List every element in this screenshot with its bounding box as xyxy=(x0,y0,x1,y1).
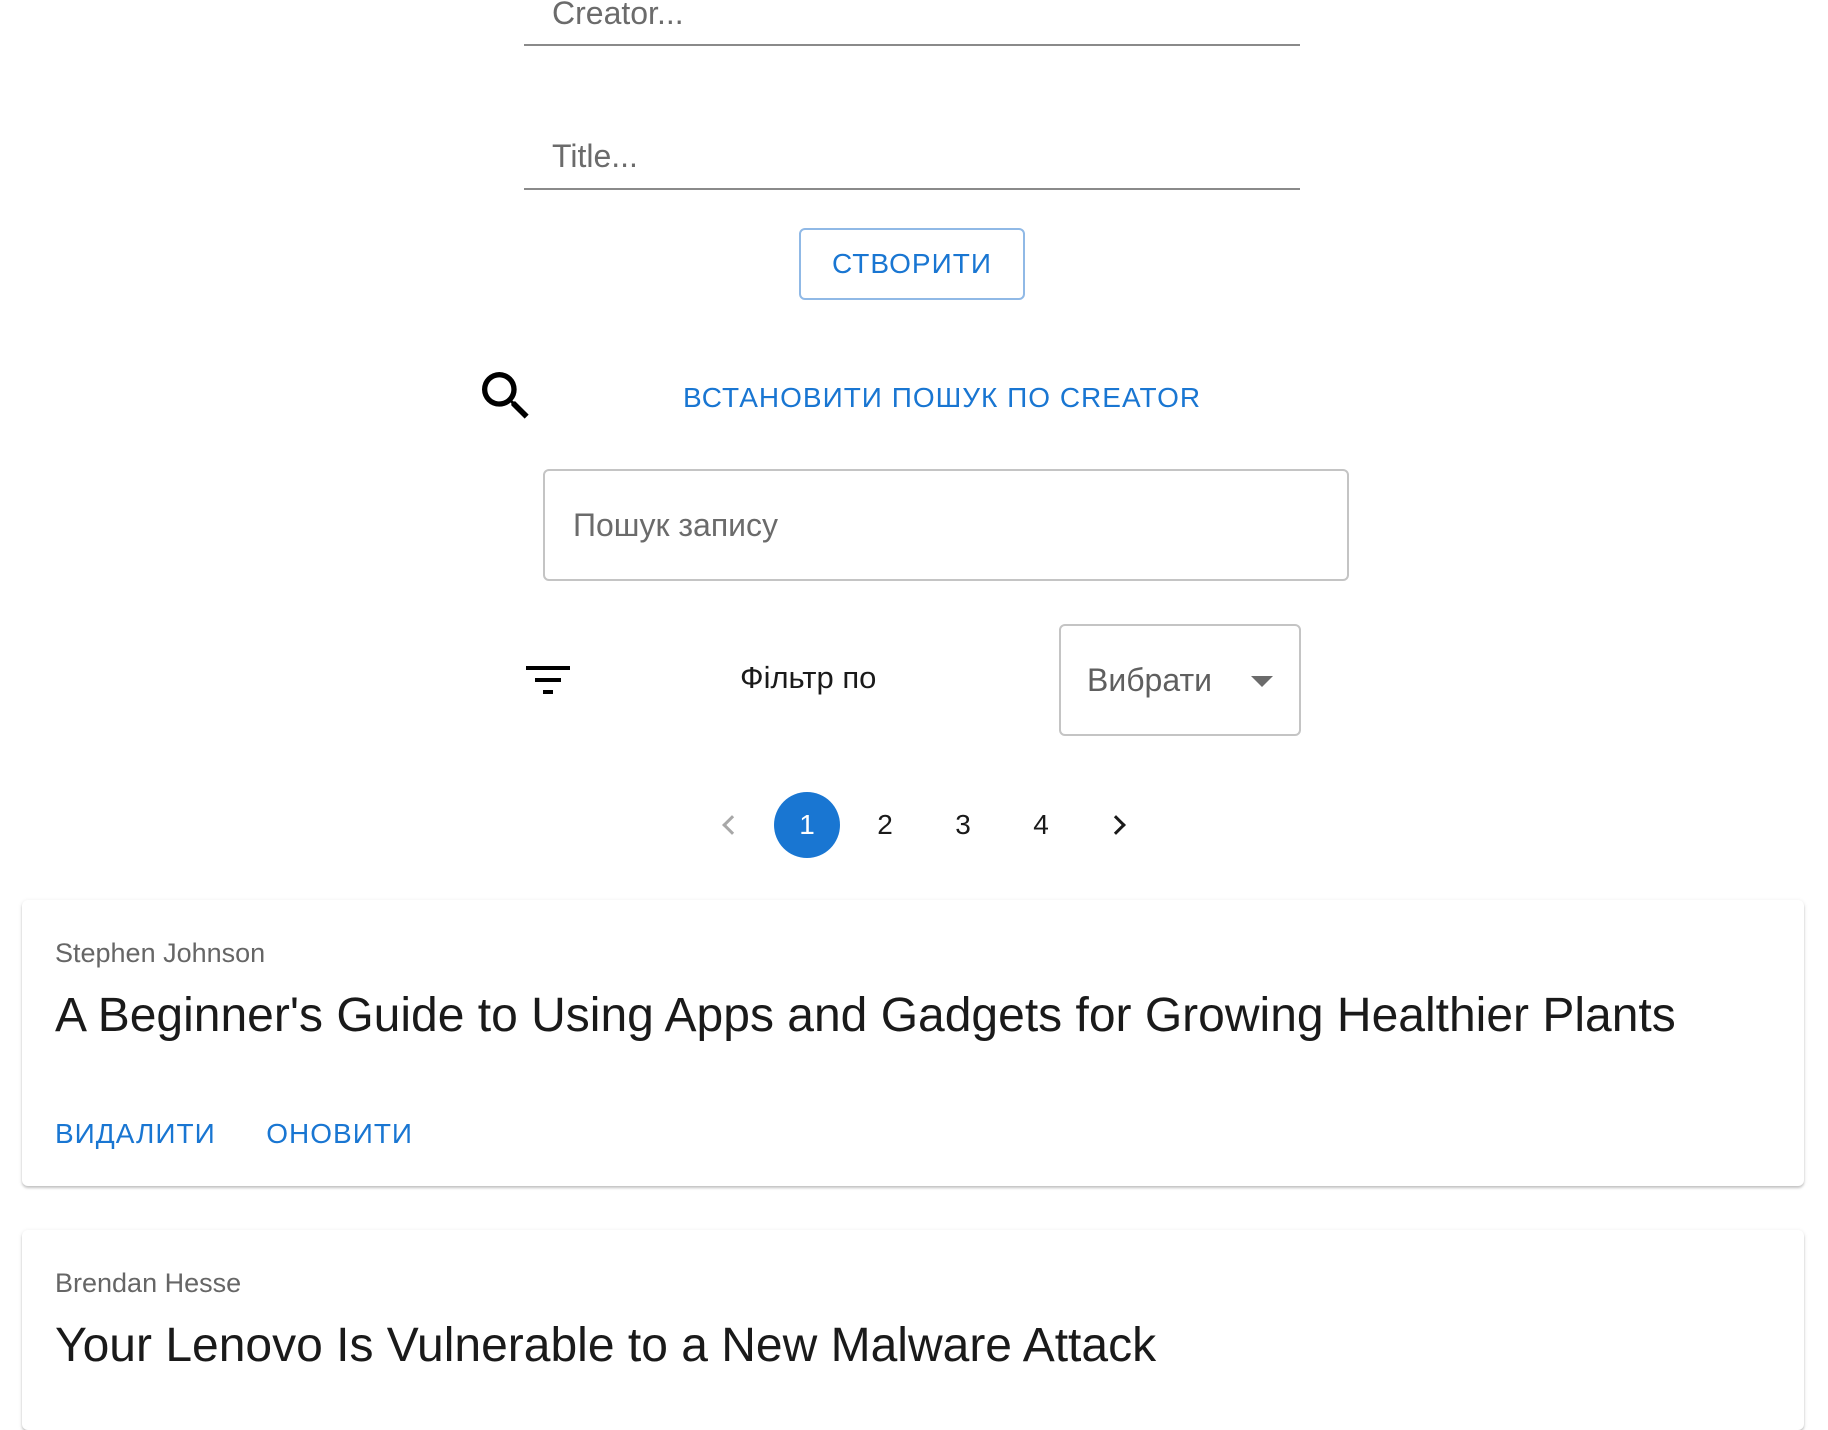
record-card: Stephen Johnson A Beginner's Guide to Us… xyxy=(22,900,1804,1186)
page-button-1[interactable]: 1 xyxy=(774,792,840,858)
previous-page-button[interactable] xyxy=(696,792,762,858)
filter-label: Фільтр по xyxy=(740,660,877,695)
chevron-down-icon xyxy=(1251,676,1273,687)
record-actions: ВИДАЛИТИ ОНОВИТИ xyxy=(55,1118,459,1158)
page-button-3[interactable]: 3 xyxy=(930,792,996,858)
creator-field[interactable] xyxy=(524,0,1300,46)
filter-select[interactable]: Вибрати xyxy=(1059,624,1301,736)
next-page-button[interactable] xyxy=(1086,792,1152,858)
record-author: Stephen Johnson xyxy=(55,938,266,968)
record-title: Your Lenovo Is Vulnerable to a New Malwa… xyxy=(55,1319,1157,1372)
record-title: A Beginner's Guide to Using Apps and Gad… xyxy=(55,989,1676,1042)
pagination: 1 2 3 4 xyxy=(0,792,1828,858)
delete-button[interactable]: ВИДАЛИТИ xyxy=(55,1118,216,1150)
search-input[interactable] xyxy=(545,471,1347,579)
title-field[interactable] xyxy=(524,126,1300,190)
creator-input[interactable] xyxy=(524,0,1300,34)
create-button[interactable]: СТВОРИТИ xyxy=(799,228,1025,300)
title-input[interactable] xyxy=(524,126,1300,186)
search-mode-button[interactable]: ВСТАНОВИТИ ПОШУК ПО CREATOR xyxy=(683,378,1201,418)
chevron-right-icon xyxy=(1106,815,1126,835)
record-author: Brendan Hesse xyxy=(55,1268,242,1298)
filter-icon xyxy=(526,666,570,694)
search-box[interactable] xyxy=(543,469,1349,581)
update-button[interactable]: ОНОВИТИ xyxy=(266,1118,413,1150)
record-card: Brendan Hesse Your Lenovo Is Vulnerable … xyxy=(22,1230,1804,1430)
chevron-left-icon xyxy=(722,815,742,835)
search-icon xyxy=(482,372,529,419)
page-button-4[interactable]: 4 xyxy=(1008,792,1074,858)
page-button-2[interactable]: 2 xyxy=(852,792,918,858)
filter-select-value: Вибрати xyxy=(1087,662,1212,698)
